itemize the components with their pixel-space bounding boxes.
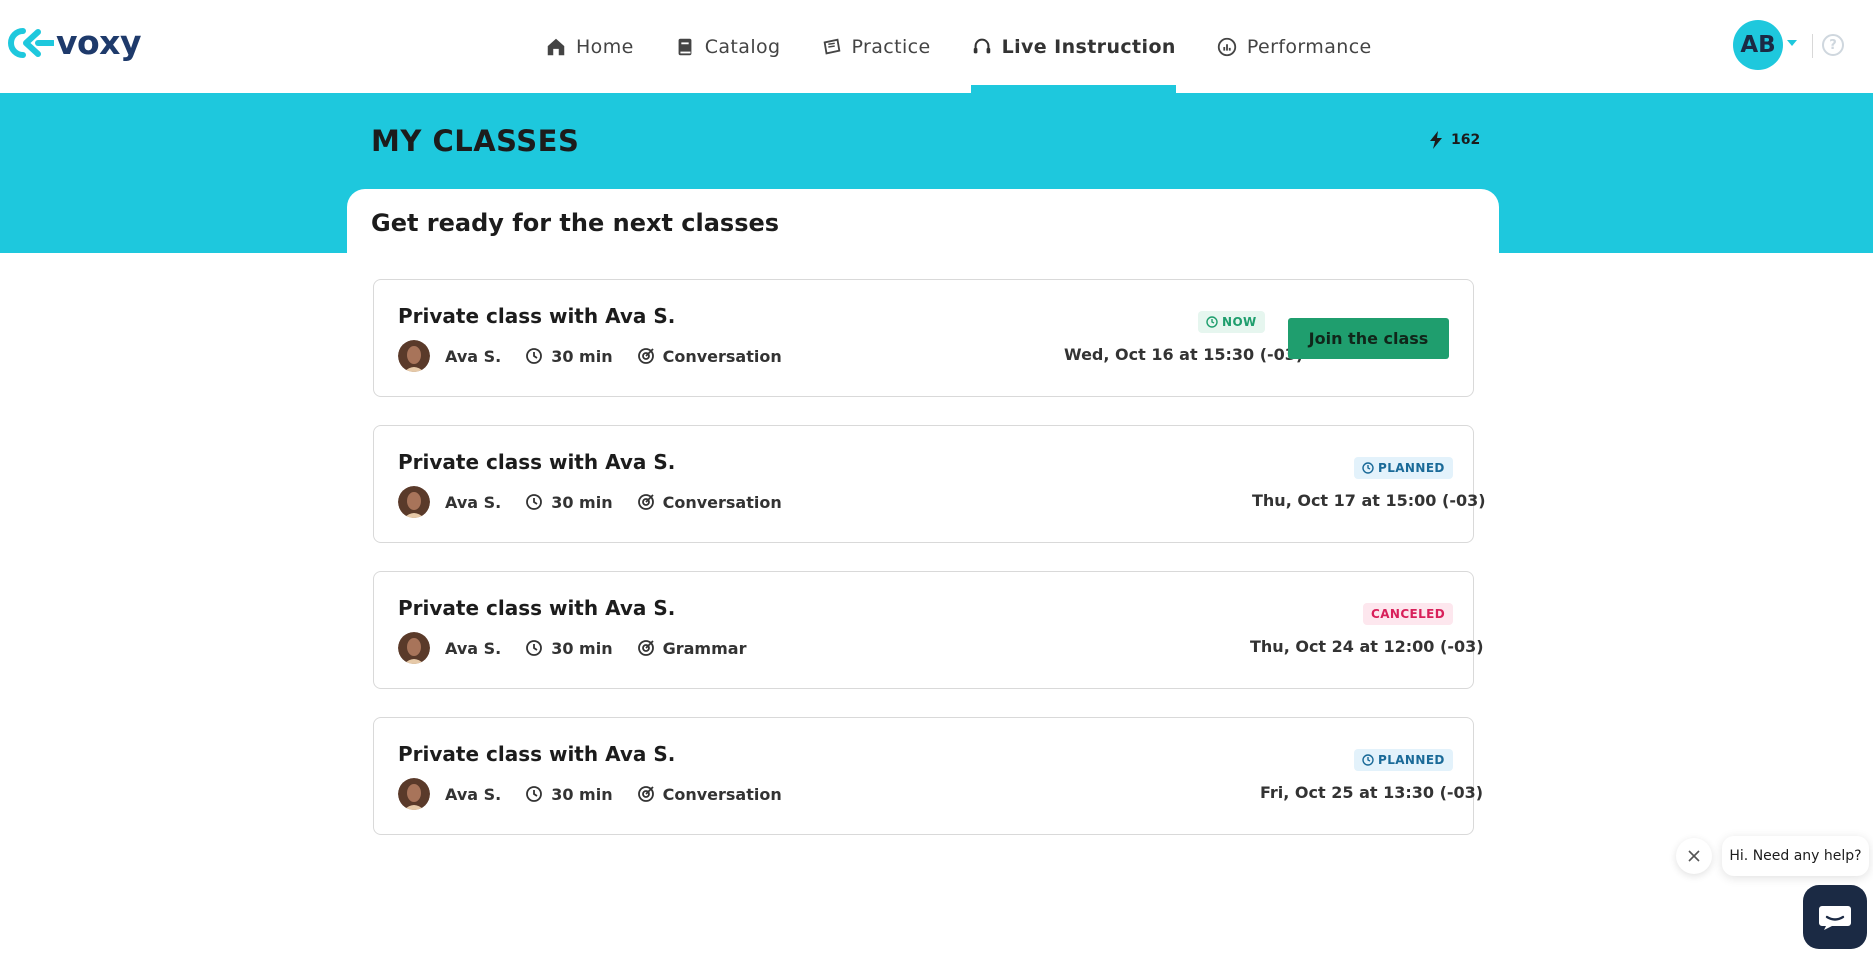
nav-catalog-label: Catalog — [704, 35, 781, 58]
clock-icon — [526, 348, 543, 364]
target-icon — [637, 494, 654, 510]
points-value: 162 — [1451, 132, 1481, 148]
close-icon — [1688, 850, 1700, 862]
class-topic: Grammar — [637, 639, 746, 658]
class-duration: 30 min — [525, 493, 613, 512]
target-icon — [637, 348, 654, 364]
teacher-avatar — [398, 340, 430, 372]
class-datetime: Fri, Oct 25 at 13:30 (-03) — [1260, 783, 1484, 802]
status-badge: CANCELED — [1363, 603, 1454, 625]
nav-live-instruction-label: Live Instruction — [1001, 35, 1176, 58]
class-title: Private class with Ava S. — [398, 304, 676, 328]
nav-divider — [1812, 34, 1813, 58]
status-badge: PLANNED — [1354, 457, 1453, 479]
classes-panel: Get ready for the next classes Private c… — [347, 189, 1499, 889]
teacher-avatar — [398, 486, 430, 518]
class-meta: Ava S. 30 min Grammar — [398, 632, 770, 664]
class-meta: Ava S. 30 min Conversation — [398, 778, 806, 810]
top-navbar: voxy Home Catalog Practice Live Instruct… — [0, 0, 1873, 93]
nav-performance-label: Performance — [1246, 35, 1372, 58]
home-icon — [547, 38, 565, 55]
practice-icon — [823, 38, 840, 55]
clock-icon — [526, 786, 543, 802]
voxy-logo-mark-icon — [8, 28, 54, 58]
class-topic: Conversation — [637, 785, 782, 804]
clock-icon — [1362, 462, 1374, 474]
brand-name: voxy — [56, 23, 141, 62]
teacher-name: Ava S. — [445, 492, 502, 512]
performance-icon — [1217, 37, 1236, 56]
class-datetime: Thu, Oct 17 at 15:00 (-03) — [1252, 491, 1486, 510]
class-datetime: Wed, Oct 16 at 15:30 (-03) — [1064, 345, 1304, 364]
nav-performance[interactable]: Performance — [1216, 0, 1372, 93]
section-title: Get ready for the next classes — [371, 209, 780, 237]
user-avatar-button[interactable]: AB — [1733, 20, 1783, 70]
class-card[interactable]: Private class with Ava S. Ava S. 30 min … — [373, 571, 1484, 689]
voxy-logo[interactable]: voxy — [8, 26, 141, 60]
clock-icon — [526, 494, 543, 510]
teacher-avatar — [398, 632, 430, 664]
class-card[interactable]: Private class with Ava S. Ava S. 30 min … — [373, 279, 1474, 397]
chat-prompt-bubble[interactable]: Hi. Need any help? — [1722, 836, 1869, 876]
nav-live-instruction[interactable]: Live Instruction — [970, 0, 1177, 93]
teacher-name: Ava S. — [445, 784, 502, 804]
chat-close-button[interactable] — [1676, 838, 1712, 874]
page-title: MY CLASSES — [371, 124, 580, 158]
main-nav: Home Catalog Practice Live Instruction P… — [545, 0, 1412, 93]
class-title: Private class with Ava S. — [398, 450, 676, 474]
clock-icon — [1206, 316, 1218, 328]
book-icon — [678, 38, 692, 55]
class-title: Private class with Ava S. — [398, 742, 676, 766]
class-topic: Conversation — [637, 347, 782, 366]
nav-catalog[interactable]: Catalog — [674, 0, 781, 93]
class-card[interactable]: Private class with Ava S. Ava S. 30 min … — [373, 717, 1483, 835]
teacher-name: Ava S. — [445, 346, 502, 366]
teacher-avatar — [398, 778, 430, 810]
headset-icon — [973, 38, 990, 53]
class-topic: Conversation — [637, 493, 782, 512]
lightning-icon — [1430, 131, 1442, 149]
class-meta: Ava S. 30 min Conversation — [398, 340, 806, 372]
chat-icon — [1819, 906, 1851, 930]
class-title: Private class with Ava S. — [398, 596, 676, 620]
chat-launcher-button[interactable] — [1803, 885, 1867, 949]
join-class-button[interactable]: Join the class — [1288, 318, 1449, 359]
class-duration: 30 min — [525, 347, 613, 366]
class-card[interactable]: Private class with Ava S. Ava S. 30 min … — [373, 425, 1486, 543]
points-counter: 162 — [1429, 131, 1480, 149]
teacher-name: Ava S. — [445, 638, 502, 658]
class-duration: 30 min — [525, 639, 613, 658]
nav-home-label: Home — [576, 35, 634, 58]
nav-home[interactable]: Home — [545, 0, 634, 93]
class-datetime: Thu, Oct 24 at 12:00 (-03) — [1250, 637, 1484, 656]
status-badge: PLANNED — [1354, 749, 1453, 771]
class-meta: Ava S. 30 min Conversation — [398, 486, 806, 518]
help-icon[interactable]: ? — [1822, 34, 1844, 56]
clock-icon — [526, 640, 543, 656]
clock-icon — [1362, 754, 1374, 766]
nav-practice-label: Practice — [851, 35, 931, 58]
nav-practice[interactable]: Practice — [821, 0, 931, 93]
class-duration: 30 min — [525, 785, 613, 804]
status-badge: NOW — [1198, 311, 1265, 333]
target-icon — [637, 786, 654, 802]
chevron-down-icon[interactable] — [1787, 40, 1797, 46]
target-icon — [637, 640, 654, 656]
